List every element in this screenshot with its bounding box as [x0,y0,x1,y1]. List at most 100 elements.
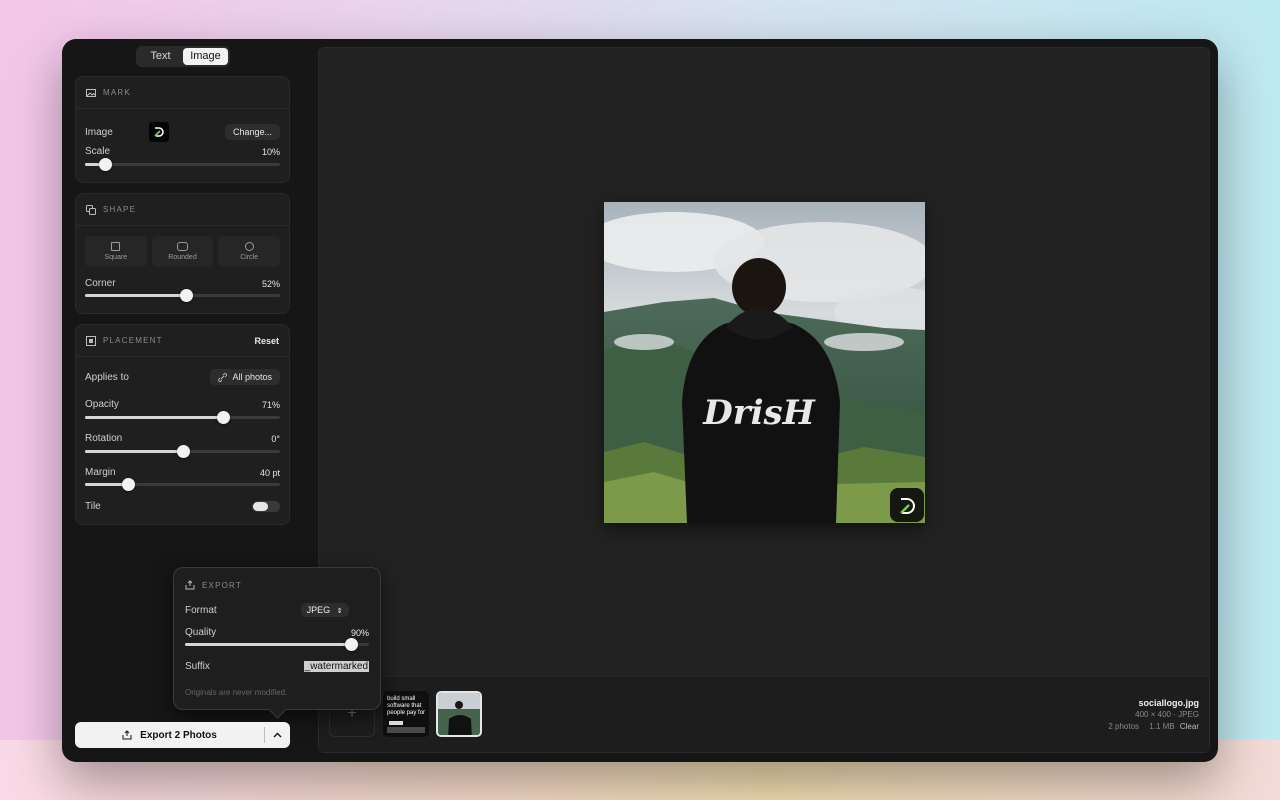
rounded-square-icon [177,242,188,251]
reset-button[interactable]: Reset [254,336,279,346]
applies-label: Applies to [85,371,129,383]
circle-icon [244,242,254,251]
photo-strip: + build small software that people pay f… [319,676,1209,752]
image-icon [86,88,96,97]
scale-value: 10% [261,146,280,157]
export-options-toggle[interactable] [265,722,290,748]
margin-slider[interactable] [85,478,280,491]
shape-rounded-label: Rounded [168,254,197,261]
photo-thumbnail-2-selected[interactable] [436,691,482,737]
placement-card: PLACEMENT Reset Applies to All photos Op… [75,324,290,525]
placement-header: PLACEMENT Reset [76,325,289,357]
corner-slider[interactable] [85,289,280,302]
corner-row: Corner 52% [85,278,280,289]
shape-circle-button[interactable]: Circle [218,236,281,267]
margin-slider-knob[interactable] [121,478,135,491]
suffix-input[interactable]: _watermarked [303,661,369,672]
quality-label: Quality [185,627,217,638]
margin-row: Margin 40 pt [85,467,280,478]
shape-title: SHAPE [103,205,137,214]
format-row: Format JPEG ⇕ [185,603,369,617]
watermark-logo [890,488,924,522]
suffix-label: Suffix [185,661,210,672]
quality-value: 90% [350,627,369,638]
mark-header: MARK [76,77,289,109]
change-image-button[interactable]: Change... [224,124,280,140]
corner-slider-knob[interactable] [180,289,194,302]
scale-label: Scale [85,146,111,157]
link-icon [218,372,228,382]
hoodie-text: DrisH [702,393,816,433]
file-size: 1.1 MB [1149,722,1175,731]
opacity-row: Opacity 71% [85,399,280,410]
opacity-slider-knob[interactable] [217,411,231,424]
app-window: Text Image MARK Image Change... Scale 10… [62,39,1218,762]
mark-image-row: Image Change... [85,122,280,142]
thumb-1-text: build small software that people pay for [387,696,426,716]
quality-slider[interactable] [185,638,369,651]
mark-title: MARK [103,88,131,97]
mark-card: MARK Image Change... Scale 10% [75,76,290,183]
format-value: JPEG [306,605,331,615]
clear-button[interactable]: Clear [1180,722,1199,731]
rotation-slider[interactable] [85,445,280,458]
rotation-value: 0° [271,433,280,444]
thumb-photo [438,693,480,735]
chevron-updown-icon: ⇕ [336,608,343,615]
format-label: Format [185,604,217,616]
tile-toggle[interactable] [252,501,280,512]
corner-slider-fill [85,294,187,297]
tab-text[interactable]: Text [138,48,183,65]
corner-label: Corner [85,278,116,289]
rotation-slider-knob[interactable] [176,445,190,458]
scale-row: Scale 10% [85,146,280,157]
export-icon [185,580,195,590]
opacity-slider[interactable] [85,411,280,424]
preview-image[interactable]: DrisH [604,202,925,523]
placement-icon [86,335,96,346]
placement-title: PLACEMENT [103,336,163,345]
format-select[interactable]: JPEG ⇕ [300,603,349,617]
image-label: Image [85,126,113,138]
corner-value: 52% [261,278,280,289]
file-info: sociallogo.jpg 400 × 400 · JPEG 2 photos… [1108,697,1199,733]
opacity-value: 71% [261,399,280,410]
rotation-label: Rotation [85,433,123,444]
file-summary: 2 photos 1.1 MB Clear [1108,721,1199,733]
file-dims-format: 400 × 400 · JPEG [1108,709,1199,721]
originals-note: Originals are never modified. [185,688,288,697]
tab-image[interactable]: Image [183,48,228,65]
applies-row: Applies to All photos [85,369,280,385]
export-header: EXPORT [174,568,380,602]
margin-value: 40 pt [259,467,280,478]
scale-slider-knob[interactable] [98,158,112,171]
opacity-slider-fill [85,416,224,419]
opacity-label: Opacity [85,399,119,410]
shape-rounded-button[interactable]: Rounded [151,236,214,267]
applies-to-button[interactable]: All photos [210,369,280,385]
mark-logo-thumbnail[interactable] [148,122,169,142]
applies-value: All photos [232,372,272,382]
shape-header: SHAPE [76,194,289,226]
shape-card: SHAPE Square Rounded Circle Corner 52% [75,193,290,314]
photo-thumbnail-1[interactable]: build small software that people pay for [383,691,429,737]
shape-square-button[interactable]: Square [85,236,147,267]
photo-count: 2 photos [1108,722,1140,731]
preview-area: DrisH + build small software that people… [318,47,1210,753]
file-format: JPEG [1178,710,1199,719]
tile-row: Tile [85,501,280,512]
quality-row: Quality 90% [185,627,369,638]
export-button-label: Export 2 Photos [140,729,217,741]
shape-circle-label: Circle [240,254,259,261]
scale-slider[interactable] [85,158,280,171]
export-photos-button[interactable]: Export 2 Photos [75,722,264,748]
export-title: EXPORT [202,580,242,590]
quality-slider-knob[interactable] [344,638,358,651]
export-icon [122,730,132,740]
logo-icon [154,127,164,137]
margin-label: Margin [85,467,116,478]
export-popover: EXPORT Format JPEG ⇕ Quality 90% Suffix … [173,567,381,710]
tile-label: Tile [85,501,101,512]
mode-segmented-control: Text Image [136,46,230,67]
file-dimensions: 400 × 400 [1135,710,1171,719]
